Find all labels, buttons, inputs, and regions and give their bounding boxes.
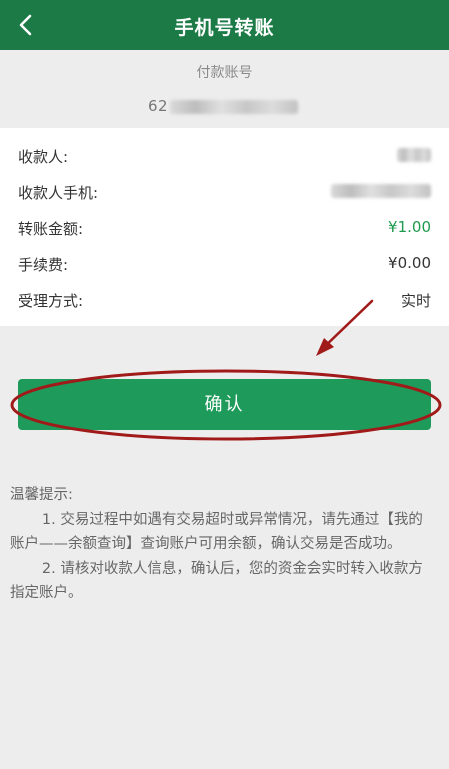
detail-row-payee-phone: 收款人手机:	[0, 174, 449, 210]
tips-title: 温馨提示:	[10, 487, 73, 503]
page-title: 手机号转账	[174, 17, 275, 39]
tip-item: 2. 请核对收款人信息，确认后，您的资金会实时转入收款方指定账户。	[10, 560, 423, 602]
arrow-head-icon	[316, 338, 334, 356]
redacted-payee-name	[397, 148, 431, 162]
header-bar: 手机号转账	[0, 0, 449, 50]
redacted-account-digits	[170, 99, 299, 114]
redacted-payee-phone	[331, 184, 431, 198]
amount-label: 转账金额:	[18, 220, 84, 238]
processing-method-value: 实时	[400, 292, 431, 310]
detail-row-processing-method: 受理方式: 实时	[0, 282, 449, 318]
confirm-button[interactable]: 确认	[18, 379, 431, 430]
payee-phone-label: 收款人手机:	[18, 184, 99, 202]
transfer-details-card: 收款人: 收款人手机: 转账金额: ¥1.00 手续费: ¥0.00 受理方式:…	[0, 128, 449, 326]
tip-item: 1. 交易过程中如遇有交易超时或异常情况，请先通过【我的账户——余额查询】查询账…	[10, 511, 423, 553]
tips-section: 温馨提示: 1. 交易过程中如遇有交易超时或异常情况，请先通过【我的账户——余额…	[10, 483, 435, 606]
payee-label: 收款人:	[18, 148, 69, 166]
payer-account-label: 付款账号	[196, 65, 253, 81]
payer-account-number: 62	[148, 97, 299, 115]
detail-row-payee: 收款人:	[0, 138, 449, 174]
detail-row-amount: 转账金额: ¥1.00	[0, 210, 449, 246]
fee-value: ¥0.00	[388, 254, 431, 272]
amount-value: ¥1.00	[388, 218, 431, 236]
detail-row-fee: 手续费: ¥0.00	[0, 246, 449, 282]
processing-method-label: 受理方式:	[18, 292, 84, 310]
payer-account-visible-digits: 62	[148, 97, 169, 115]
payer-account-section: 付款账号 62	[0, 50, 449, 127]
fee-label: 手续费:	[18, 256, 69, 274]
